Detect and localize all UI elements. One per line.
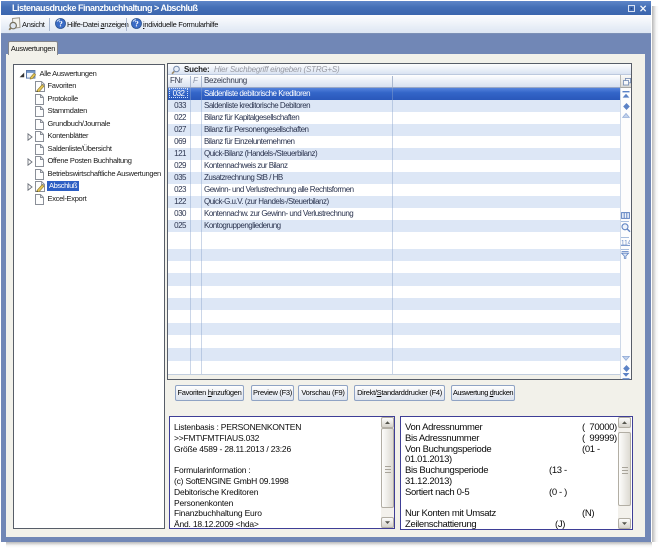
svg-text:?: ? [135,20,139,29]
svg-text:114: 114 [621,240,630,246]
svg-text:?: ? [59,20,63,29]
